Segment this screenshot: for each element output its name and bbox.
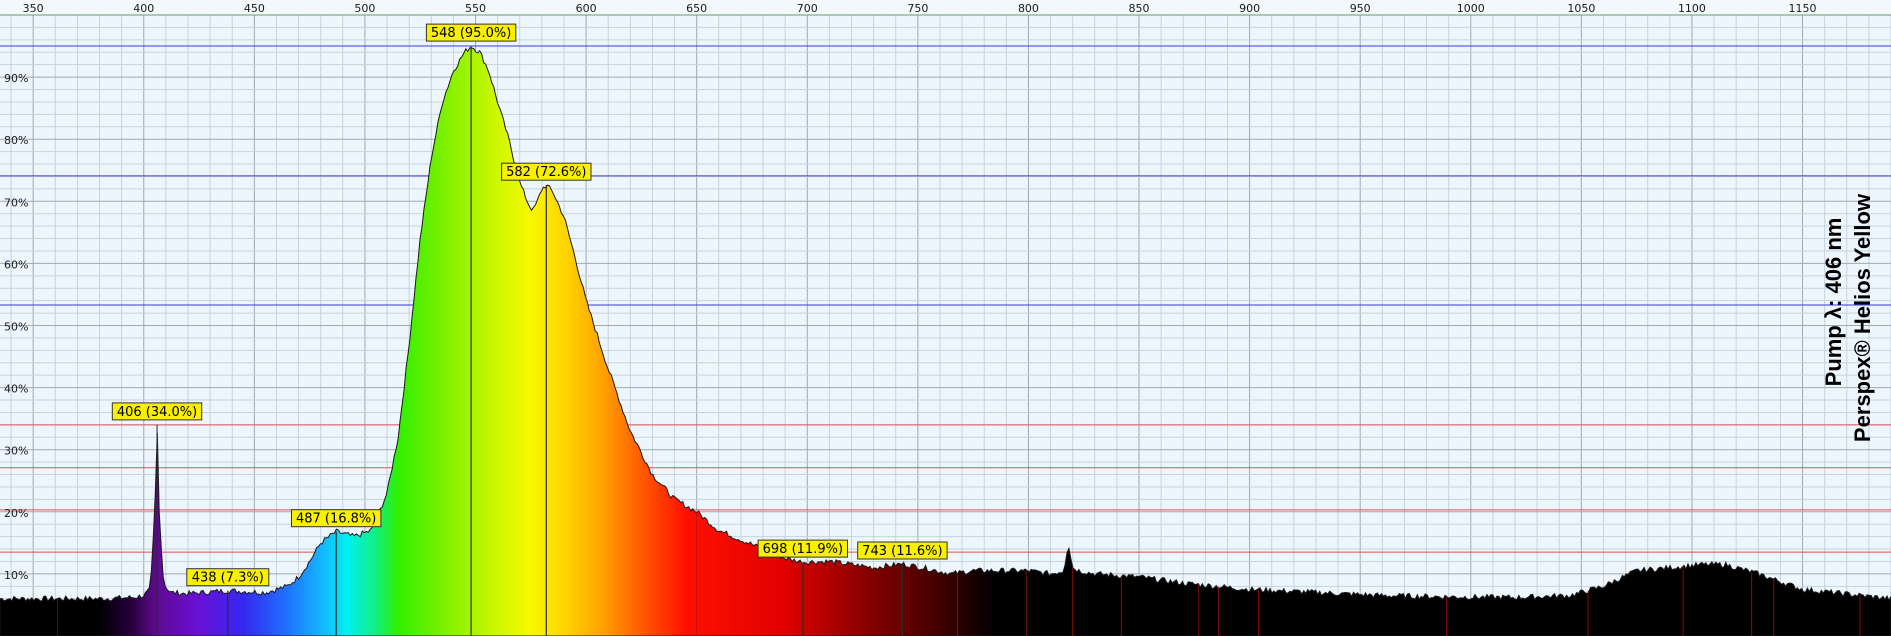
x-tick-label: 700 — [797, 2, 818, 15]
peak-label: 487 (16.8%) — [296, 512, 376, 527]
y-tick-label: 30% — [4, 445, 28, 458]
x-tick-label: 1000 — [1457, 2, 1485, 15]
y-tick-label: 80% — [4, 134, 28, 147]
x-axis-band — [0, 0, 1891, 15]
spectrum-chart: 406 (34.0%) 438 (7.3%) 487 (16.8%) 548 (95.… — [0, 0, 1891, 636]
x-tick-label: 800 — [1018, 2, 1039, 15]
x-tick-label: 900 — [1239, 2, 1260, 15]
peak-label: 548 (95.0%) — [431, 26, 511, 41]
y-tick-label: 60% — [4, 258, 28, 271]
x-tick-label: 550 — [465, 2, 486, 15]
x-tick-label: 1050 — [1567, 2, 1595, 15]
peak-label: 698 (11.9%) — [763, 542, 843, 557]
peak-label: 582 (72.6%) — [506, 165, 586, 180]
x-tick-label: 750 — [907, 2, 928, 15]
x-tick-label: 950 — [1350, 2, 1371, 15]
x-tick-label: 500 — [354, 2, 375, 15]
x-tick-label: 450 — [244, 2, 265, 15]
peak-label: 438 (7.3%) — [192, 571, 264, 586]
y-tick-label: 70% — [4, 196, 28, 209]
pump-wavelength-label: Pump λ: 406 nm — [1821, 218, 1846, 387]
y-tick-label: 50% — [4, 321, 28, 334]
y-tick-label: 90% — [4, 72, 28, 85]
x-tick-label: 1100 — [1678, 2, 1706, 15]
spectrum-plot: 406 (34.0%) 438 (7.3%) 487 (16.8%) 548 (95.… — [0, 0, 1891, 636]
peak-label: 406 (34.0%) — [117, 405, 197, 420]
x-tick-label: 350 — [23, 2, 44, 15]
x-tick-label: 1150 — [1789, 2, 1817, 15]
x-tick-label: 400 — [133, 2, 154, 15]
material-name-label: Perspex® Helios Yellow — [1850, 193, 1875, 442]
y-tick-label: 20% — [4, 507, 28, 520]
y-tick-label: 10% — [4, 569, 28, 582]
peak-label: 743 (11.6%) — [862, 544, 942, 559]
x-tick-label: 600 — [576, 2, 597, 15]
y-tick-label: 40% — [4, 383, 28, 396]
x-tick-label: 850 — [1129, 2, 1150, 15]
x-tick-label: 650 — [686, 2, 707, 15]
